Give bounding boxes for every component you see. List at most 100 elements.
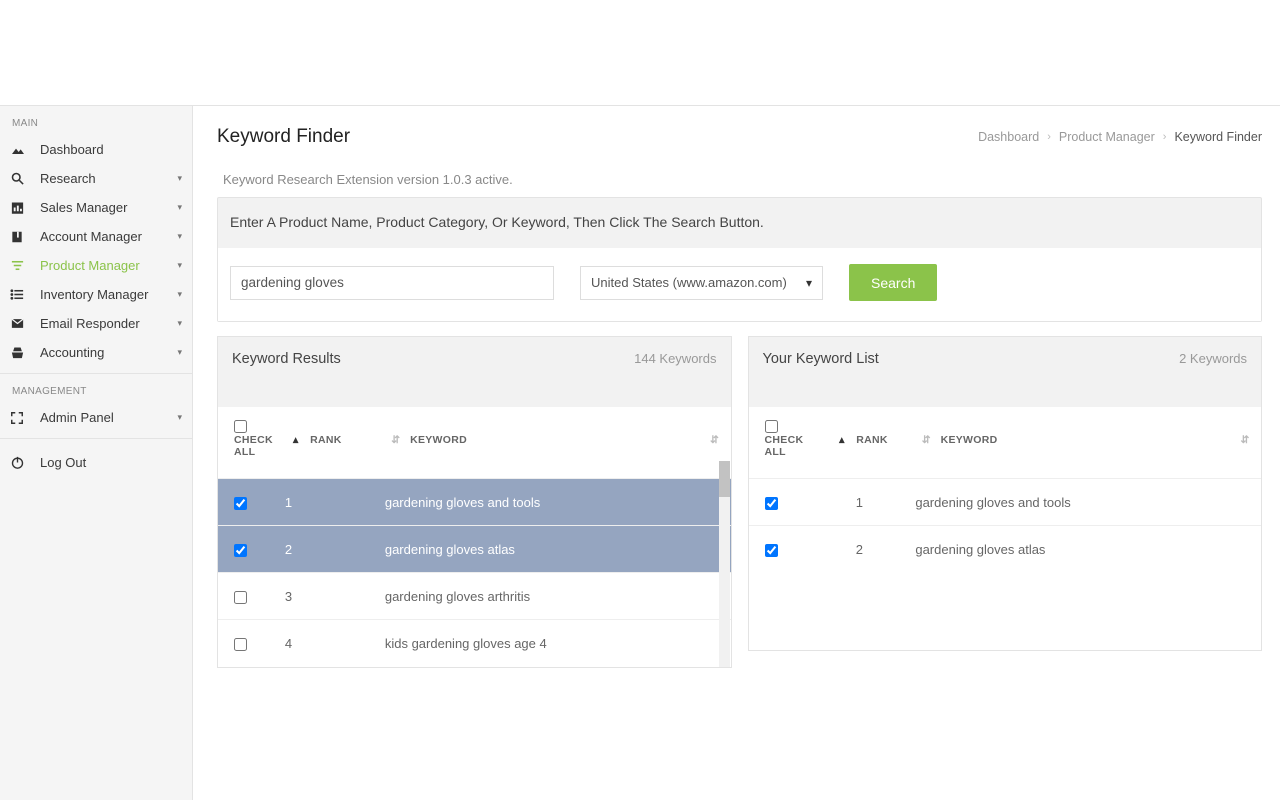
breadcrumb-product-manager[interactable]: Product Manager	[1059, 130, 1155, 144]
topbar	[0, 0, 1280, 106]
country-select[interactable]: United States (www.amazon.com) ▾	[580, 266, 823, 300]
row-checkbox[interactable]	[234, 497, 247, 510]
row-rank: 3	[279, 573, 379, 620]
row-checkbox[interactable]	[234, 638, 247, 651]
sidebar-item-label: Email Responder	[38, 316, 177, 331]
row-keyword: kids gardening gloves age 4	[379, 620, 731, 667]
sort-icon[interactable]: ⇵	[710, 434, 719, 446]
breadcrumb: Dashboard › Product Manager › Keyword Fi…	[978, 130, 1262, 144]
results-check-all-label: CHECK ALL	[234, 434, 273, 458]
sort-icon[interactable]: ⇵	[1240, 434, 1249, 446]
sidebar-item-label: Accounting	[38, 345, 177, 360]
sidebar-item-logout[interactable]: Log Out	[0, 439, 192, 485]
search-panel: Enter A Product Name, Product Category, …	[217, 197, 1262, 322]
row-checkbox[interactable]	[234, 591, 247, 604]
sidebar-item-account[interactable]: Account Manager ▾	[0, 222, 192, 251]
scrollbar-thumb[interactable]	[719, 461, 730, 497]
sidebar-item-label: Product Manager	[38, 258, 177, 273]
sidebar-item-email[interactable]: Email Responder ▾	[0, 309, 192, 338]
search-button[interactable]: Search	[849, 264, 937, 301]
row-checkbox[interactable]	[765, 497, 778, 510]
breadcrumb-current: Keyword Finder	[1174, 130, 1262, 144]
table-row[interactable]: 2 gardening gloves atlas	[749, 526, 1262, 573]
table-row[interactable]: 4 kids gardening gloves age 4	[218, 620, 731, 667]
chevron-down-icon: ▾	[177, 318, 182, 329]
yourlist-card: Your Keyword List 2 Keywords CHECK ALL	[748, 336, 1263, 668]
sidebar-item-sales[interactable]: Sales Manager ▾	[0, 193, 192, 222]
sidebar-item-accounting[interactable]: Accounting ▾	[0, 338, 192, 367]
row-rank: 2	[809, 526, 909, 573]
select-arrow-icon: ▾	[806, 276, 812, 290]
row-rank: 1	[279, 479, 379, 526]
row-checkbox[interactable]	[765, 544, 778, 557]
search-instruction: Enter A Product Name, Product Category, …	[218, 198, 1261, 248]
sidebar-item-research[interactable]: Research ▾	[0, 164, 192, 193]
row-checkbox[interactable]	[234, 544, 247, 557]
chevron-down-icon: ▾	[177, 173, 182, 184]
chevron-down-icon: ▾	[177, 347, 182, 358]
yourlist-column-keyword[interactable]: KEYWORD	[941, 434, 998, 446]
sidebar-item-dashboard[interactable]: Dashboard	[0, 135, 192, 164]
row-keyword: gardening gloves atlas	[379, 526, 731, 573]
chevron-down-icon: ▾	[177, 260, 182, 271]
yourlist-column-rank[interactable]: RANK	[856, 434, 888, 446]
row-keyword: gardening gloves arthritis	[379, 573, 731, 620]
sidebar-item-label: Dashboard	[38, 142, 182, 157]
filter-icon	[10, 258, 38, 273]
results-check-all[interactable]	[234, 420, 247, 433]
page-title: Keyword Finder	[217, 126, 350, 148]
basket-icon	[10, 345, 38, 360]
row-rank: 1	[809, 479, 909, 526]
sort-asc-icon[interactable]: ▴	[831, 434, 853, 446]
results-card: Keyword Results 144 Keywords CHECK ALL	[217, 336, 732, 668]
sort-icon[interactable]: ⇵	[915, 434, 937, 446]
yourlist-check-all[interactable]	[765, 420, 778, 433]
country-selected: United States (www.amazon.com)	[591, 275, 806, 290]
sort-asc-icon[interactable]: ▴	[285, 434, 307, 446]
table-row[interactable]: 2 gardening gloves atlas	[218, 526, 731, 573]
results-table: CHECK ALL ▴ RANK ⇵ KEYWORD	[218, 407, 731, 667]
extension-status: Keyword Research Extension version 1.0.3…	[223, 172, 1262, 187]
sidebar-section-management: MANAGEMENT	[0, 374, 192, 403]
sort-icon[interactable]: ⇵	[385, 434, 407, 446]
sidebar-item-label: Inventory Manager	[38, 287, 177, 302]
search-input[interactable]	[230, 266, 554, 300]
yourlist-table: CHECK ALL ▴ RANK ⇵ KEYWORD	[749, 407, 1262, 573]
sidebar-item-product[interactable]: Product Manager ▾	[0, 251, 192, 280]
chevron-right-icon: ›	[1163, 131, 1167, 143]
sidebar-item-inventory[interactable]: Inventory Manager ▾	[0, 280, 192, 309]
table-row[interactable]: 3 gardening gloves arthritis	[218, 573, 731, 620]
list-icon	[10, 287, 38, 302]
results-count: 144 Keywords	[634, 351, 716, 366]
sidebar-item-label: Sales Manager	[38, 200, 177, 215]
sidebar-item-label: Research	[38, 171, 177, 186]
landscape-icon	[10, 142, 38, 158]
content: Keyword Finder Dashboard › Product Manag…	[193, 106, 1280, 800]
chevron-right-icon: ›	[1047, 131, 1051, 143]
table-row[interactable]: 1 gardening gloves and tools	[749, 479, 1262, 526]
results-title: Keyword Results	[232, 351, 341, 367]
row-rank: 4	[279, 620, 379, 667]
chevron-down-icon: ▾	[177, 289, 182, 300]
expand-icon	[10, 411, 38, 425]
breadcrumb-dashboard[interactable]: Dashboard	[978, 130, 1039, 144]
chevron-down-icon: ▾	[177, 231, 182, 242]
row-keyword: gardening gloves atlas	[909, 526, 1261, 573]
sidebar-item-label: Admin Panel	[38, 410, 177, 425]
results-column-keyword[interactable]: KEYWORD	[410, 434, 467, 446]
yourlist-check-all-label: CHECK ALL	[765, 434, 804, 458]
yourlist-title: Your Keyword List	[763, 351, 879, 367]
sidebar-item-admin[interactable]: Admin Panel ▾	[0, 403, 192, 432]
chevron-down-icon: ▾	[177, 412, 182, 423]
table-row[interactable]: 1 gardening gloves and tools	[218, 479, 731, 526]
yourlist-count: 2 Keywords	[1179, 351, 1247, 366]
results-column-rank[interactable]: RANK	[310, 434, 342, 446]
bookmark-icon	[10, 230, 38, 244]
mail-icon	[10, 316, 38, 331]
sidebar-item-label: Log Out	[38, 455, 182, 470]
sidebar: MAIN Dashboard Research ▾ Sales Manager	[0, 106, 193, 800]
power-icon	[10, 455, 38, 470]
sidebar-section-main: MAIN	[0, 106, 192, 135]
chevron-down-icon: ▾	[177, 202, 182, 213]
chart-icon	[10, 200, 38, 215]
